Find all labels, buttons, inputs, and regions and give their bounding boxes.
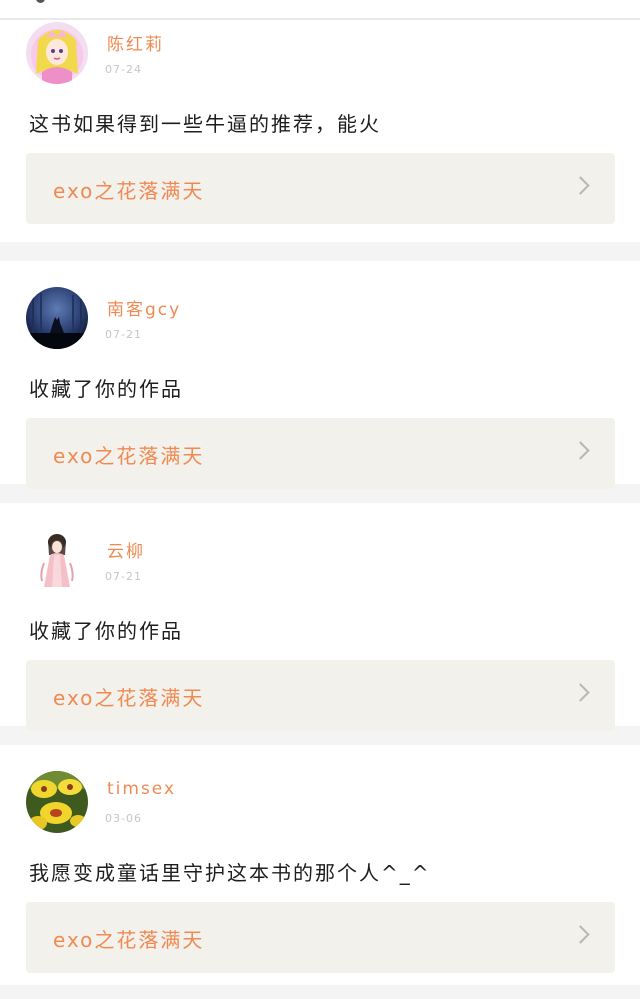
book-link[interactable]: exo之花落满天 <box>26 418 615 489</box>
comment-card: 陈红莉 07-24 这书如果得到一些牛逼的推荐，能火 exo之花落满天 <box>0 20 640 242</box>
comment-date: 03-06 <box>105 812 142 825</box>
comment-text: 这书如果得到一些牛逼的推荐，能火 <box>29 112 381 136</box>
username[interactable]: timsex <box>107 779 176 799</box>
comment-text: 收藏了你的作品 <box>29 619 183 643</box>
book-title: exo之花落满天 <box>53 179 205 203</box>
book-link[interactable]: exo之花落满天 <box>26 153 615 224</box>
top-bar <box>0 0 640 20</box>
book-link[interactable]: exo之花落满天 <box>26 660 615 731</box>
comment-text: 收藏了你的作品 <box>29 377 183 401</box>
book-title: exo之花落满天 <box>53 686 205 710</box>
book-title: exo之花落满天 <box>53 928 205 952</box>
comment-text: 我愿变成童话里守护这本书的那个人^_^ <box>29 861 431 885</box>
ancient-girl-avatar-icon[interactable] <box>26 529 88 591</box>
chevron-right-icon <box>571 683 590 702</box>
comment-date: 07-21 <box>105 328 142 341</box>
comment-card: 云柳 07-21 收藏了你的作品 exo之花落满天 <box>0 503 640 731</box>
username[interactable]: 陈红莉 <box>107 30 164 55</box>
book-link[interactable]: exo之花落满天 <box>26 902 615 973</box>
yellow-flower-avatar-icon[interactable] <box>26 771 88 833</box>
comment-date: 07-24 <box>105 63 142 76</box>
username[interactable]: 南客gcy <box>107 295 181 320</box>
chevron-right-icon <box>571 441 590 460</box>
comment-card: timsex 03-06 我愿变成童话里守护这本书的那个人^_^ exo之花落满… <box>0 745 640 985</box>
wolf-night-avatar-icon[interactable] <box>26 287 88 349</box>
chevron-right-icon <box>571 176 590 195</box>
book-title: exo之花落满天 <box>53 444 205 468</box>
comment-date: 07-21 <box>105 570 142 583</box>
anime-princess-avatar-icon[interactable] <box>26 22 88 84</box>
comment-feed: 陈红莉 07-24 这书如果得到一些牛逼的推荐，能火 exo之花落满天 南客gc… <box>0 20 640 985</box>
chevron-right-icon <box>571 925 590 944</box>
username[interactable]: 云柳 <box>107 537 145 562</box>
comment-card: 南客gcy 07-21 收藏了你的作品 exo之花落满天 <box>0 261 640 489</box>
status-dot-icon <box>36 0 45 3</box>
